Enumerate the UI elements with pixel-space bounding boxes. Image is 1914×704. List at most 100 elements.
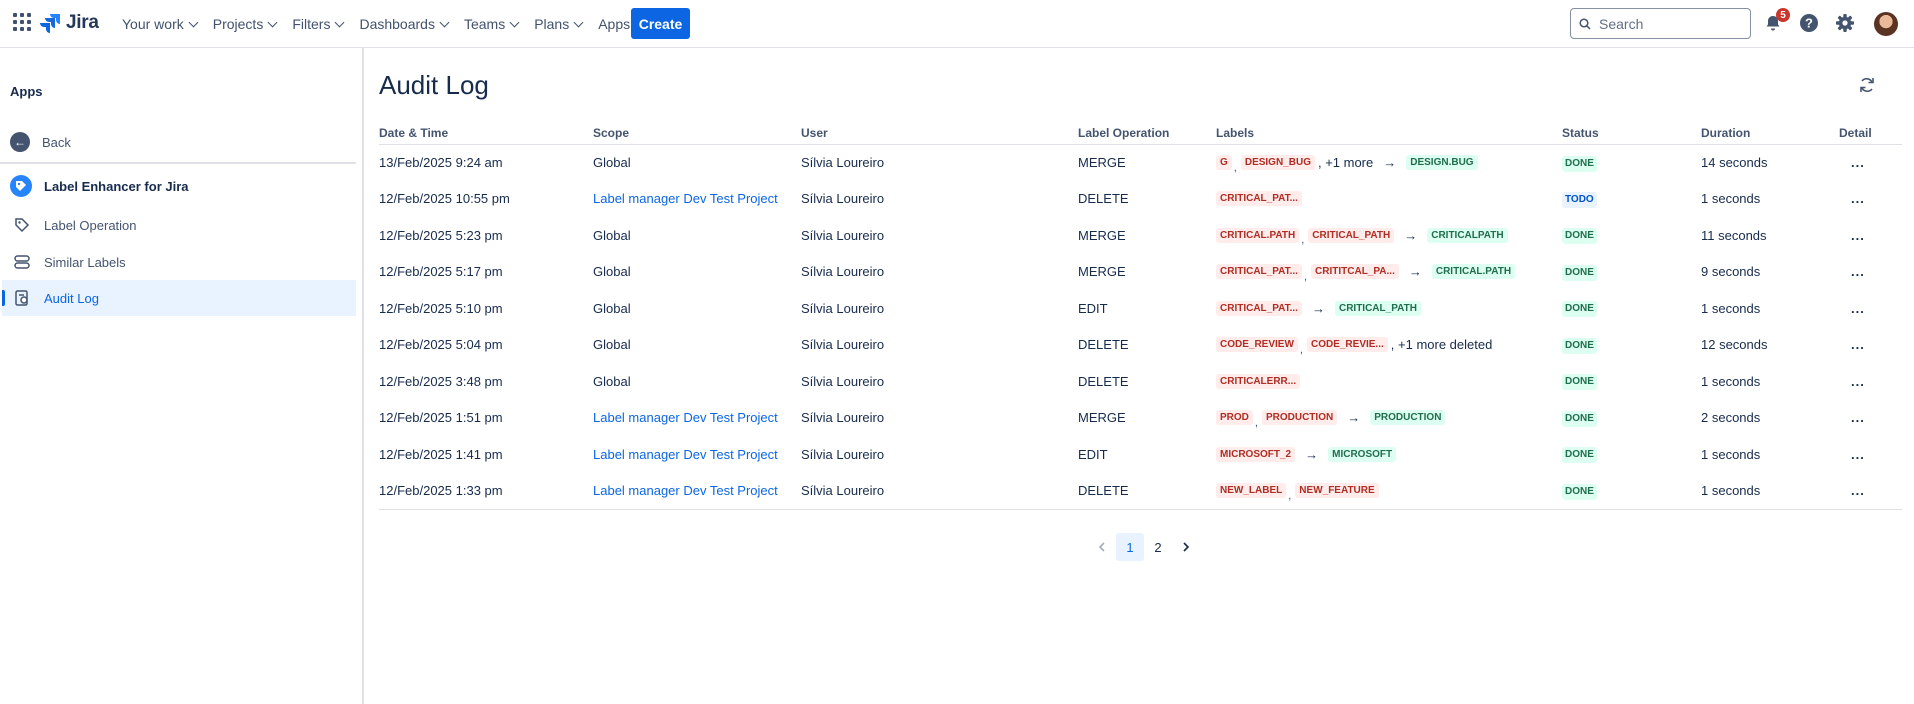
cell-duration: 12 seconds — [1701, 337, 1768, 353]
source-label-lozenge: CRITICAL.PATH — [1216, 227, 1300, 243]
chevron-down-icon — [267, 17, 278, 27]
cell-detail: ... — [1839, 181, 1902, 218]
nav-label: Apps — [598, 16, 631, 32]
detail-more-button[interactable]: ... — [1839, 374, 1865, 389]
labels-group: NEW_LABEL, NEW_FEATURE — [1216, 483, 1562, 502]
label-separator: , — [1301, 234, 1305, 247]
pagination-page-1[interactable]: 1 — [1116, 533, 1144, 561]
top-navigation: Jira Your work Projects Filters Dashboar… — [0, 0, 1914, 48]
cell-date-time: 12/Feb/2025 1:41 pm — [379, 446, 503, 462]
sidebar-item-label: Label Operation — [44, 217, 137, 233]
detail-more-button[interactable]: ... — [1839, 264, 1865, 279]
cell-user: Sílvia Loureiro — [801, 373, 885, 389]
cell-detail: ... — [1839, 472, 1902, 510]
cell-label-operation: MERGE — [1078, 227, 1126, 243]
sidebar-item-similar-labels[interactable]: Similar Labels — [2, 244, 356, 280]
detail-more-button[interactable]: ... — [1839, 410, 1865, 425]
user-avatar[interactable] — [1874, 12, 1898, 36]
search-box[interactable] — [1570, 8, 1751, 39]
jira-logo-icon — [40, 14, 60, 33]
table-header-row: Date & Time Scope User Label Operation L… — [379, 122, 1902, 145]
scope-project-link[interactable]: Label manager Dev Test Project — [593, 191, 778, 206]
status-badge: DONE — [1562, 337, 1597, 354]
cell-labels: PROD, PRODUCTION → PRODUCTION — [1216, 400, 1562, 437]
detail-more-button[interactable]: ... — [1839, 228, 1865, 243]
search-input[interactable] — [1599, 15, 1739, 32]
column-header-date[interactable]: Date & Time — [379, 122, 593, 145]
cell-labels: CRITICAL_PAT..., CRITITCAL_PA... → CRITICAL… — [1216, 254, 1562, 291]
svg-text:?: ? — [1805, 16, 1813, 31]
source-label-lozenge: MICROSOFT_2 — [1216, 446, 1296, 462]
scope-project-link[interactable]: Label manager Dev Test Project — [593, 410, 778, 425]
column-header-user[interactable]: User — [801, 122, 1078, 145]
detail-more-button[interactable]: ... — [1839, 447, 1865, 462]
cell-label-operation: MERGE — [1078, 264, 1126, 280]
pagination-page-2[interactable]: 2 — [1144, 533, 1172, 561]
nav-dashboards[interactable]: Dashboards — [351, 8, 456, 40]
arrow-right-icon: → — [1347, 410, 1361, 426]
help-icon[interactable]: ? — [1798, 12, 1820, 34]
detail-more-button[interactable]: ... — [1839, 483, 1865, 498]
cell-status: DONE — [1562, 254, 1701, 291]
column-header-labels[interactable]: Labels — [1216, 122, 1562, 145]
detail-more-button[interactable]: ... — [1839, 301, 1865, 316]
cell-scope: Label manager Dev Test Project — [593, 436, 801, 473]
scope-text: Global — [593, 373, 631, 389]
target-label-lozenge: MICROSOFT — [1328, 446, 1397, 462]
scope-project-link[interactable]: Label manager Dev Test Project — [593, 447, 778, 462]
cell-date-time: 13/Feb/2025 9:24 am — [379, 155, 503, 170]
detail-more-button[interactable]: ... — [1839, 337, 1865, 352]
label-separator: , — [1299, 343, 1303, 356]
column-header-duration[interactable]: Duration — [1701, 122, 1839, 145]
pagination-next-button[interactable] — [1172, 533, 1200, 561]
source-label-lozenge: NEW_LABEL — [1216, 483, 1287, 498]
sidebar-back-button[interactable]: ← Back — [2, 125, 356, 159]
scope-text: Global — [593, 155, 631, 170]
create-button[interactable]: Create — [631, 8, 690, 39]
scope-project-link[interactable]: Label manager Dev Test Project — [593, 483, 778, 498]
cell-scope: Global — [593, 254, 801, 291]
sidebar-section-title: Apps — [10, 84, 43, 99]
settings-gear-icon[interactable] — [1834, 12, 1856, 34]
detail-more-button[interactable]: ... — [1839, 191, 1865, 206]
labels-group: G, DESIGN_BUG, +1 more → DESIGN.BUG — [1216, 155, 1562, 174]
cell-duration: 9 seconds — [1701, 264, 1761, 280]
nav-plans[interactable]: Plans — [526, 8, 590, 40]
source-label-lozenge: PRODUCTION — [1261, 410, 1338, 426]
sidebar-divider — [0, 162, 356, 164]
cell-duration: 1 seconds — [1701, 472, 1839, 510]
table-row: 12/Feb/2025 5:17 pm Global Sílvia Loureiro… — [379, 254, 1902, 291]
labels-group: CRITICAL_PAT... → CRITICAL_PATH — [1216, 300, 1562, 316]
chevron-down-icon — [335, 17, 345, 27]
nav-projects[interactable]: Projects — [205, 8, 285, 40]
nav-label: Plans — [534, 16, 570, 32]
refresh-icon[interactable] — [1857, 75, 1877, 95]
sidebar: Apps ← Back Label Enhancer for Jira Labe… — [0, 48, 364, 704]
cell-user: Sílvia Loureiro — [801, 300, 885, 316]
label-enhancer-app-icon — [10, 175, 32, 197]
pagination-prev-button[interactable] — [1088, 533, 1116, 561]
sidebar-item-audit-log[interactable]: Audit Log — [2, 280, 356, 316]
jira-logo[interactable]: Jira — [40, 12, 99, 34]
cell-date-time: 12/Feb/2025 10:55 pm — [379, 191, 510, 207]
column-header-label-operation[interactable]: Label Operation — [1078, 122, 1216, 145]
cell-date-time: 12/Feb/2025 5:10 pm — [379, 300, 503, 316]
app-switcher-icon[interactable] — [13, 13, 31, 31]
cell-date-time: 12/Feb/2025 1:33 pm — [379, 472, 593, 510]
cell-user: Sílvia Loureiro — [801, 472, 1078, 510]
scope-text: Global — [593, 227, 631, 243]
status-badge: DONE — [1562, 374, 1597, 391]
audit-log-rows: 13/Feb/2025 9:24 am Global Sílvia Loureiro… — [379, 144, 1902, 510]
detail-more-button[interactable]: ... — [1839, 155, 1865, 170]
sidebar-back-label: Back — [42, 134, 71, 150]
sidebar-item-label-operation[interactable]: Label Operation — [2, 207, 356, 243]
source-label-lozenge: CODE_REVIE... — [1306, 337, 1388, 353]
nav-teams[interactable]: Teams — [456, 8, 526, 40]
cell-status: DONE — [1562, 327, 1701, 364]
cell-duration: 1 seconds — [1701, 300, 1761, 316]
nav-your-work[interactable]: Your work — [114, 8, 205, 40]
cell-scope: Label manager Dev Test Project — [593, 181, 801, 218]
column-header-status[interactable]: Status — [1562, 122, 1701, 145]
column-header-scope[interactable]: Scope — [593, 122, 801, 145]
nav-filters[interactable]: Filters — [284, 8, 351, 40]
